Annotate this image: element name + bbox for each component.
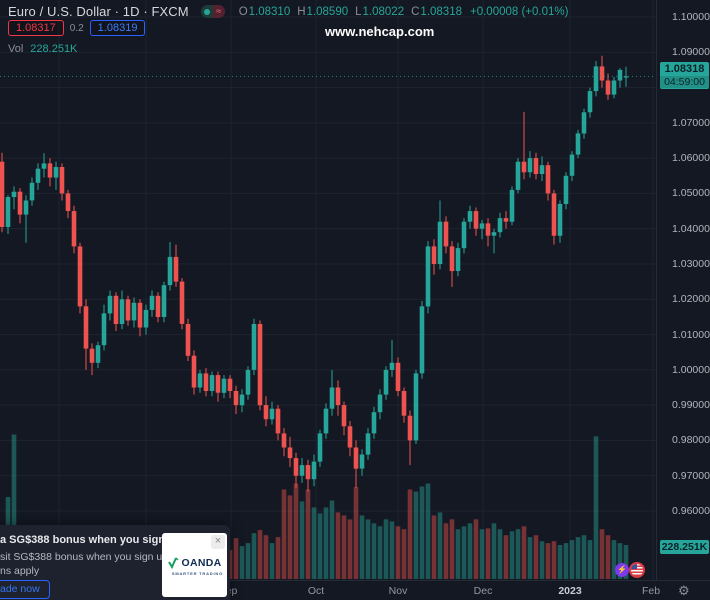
price-tick-label: 1.01000 — [672, 329, 710, 341]
ohlc-readout: O1.08310 H1.08590 L1.08022 C1.08318 +0.0… — [239, 6, 569, 18]
vol-label: Vol — [8, 43, 23, 55]
low-value: 1.08022 — [363, 6, 405, 18]
price-tick-label: 0.98000 — [672, 434, 710, 446]
price-tick-label: 0.97000 — [672, 470, 710, 482]
candlestick-chart — [0, 0, 656, 580]
high-value: 1.08590 — [307, 6, 349, 18]
price-axis[interactable]: 1.08318 04:59:00 228.251K 1.10000 1.09000… — [656, 0, 710, 580]
spread-value: 0.2 — [70, 23, 84, 34]
price-tick-label: 0.99000 — [672, 399, 710, 411]
market-status-icon: ≈ — [213, 5, 225, 18]
last-price-value: 1.08318 — [660, 63, 709, 76]
close-value: 1.08318 — [420, 6, 462, 18]
oanda-logo-box[interactable]: × OANDA SMARTER TRADING — [162, 533, 227, 597]
idea-lightning-icon[interactable]: ⚡ — [615, 563, 629, 577]
close-label: C — [411, 6, 419, 18]
low-label: L — [355, 6, 361, 18]
watermark-text: www.nehcap.com — [325, 24, 434, 39]
ad-terms: ns apply — [0, 565, 39, 577]
time-tick-label: Feb — [629, 585, 673, 597]
price-tick-label: 1.02000 — [672, 293, 710, 305]
price-tick-label: 0.96000 — [672, 505, 710, 517]
change-value: +0.00008 (+0.01%) — [470, 6, 568, 18]
open-label: O — [239, 6, 248, 18]
ad-title: a SG$388 bonus when you sign up. — [0, 534, 185, 546]
price-tick-label: 1.06000 — [672, 152, 710, 164]
price-tick-label: 1.04000 — [672, 223, 710, 235]
symbol-title[interactable]: Euro / U.S. Dollar · 1D · FXCM — [8, 4, 189, 19]
oanda-brand-name: OANDA — [182, 557, 222, 569]
oanda-logo-check-icon — [168, 557, 180, 569]
sell-bid-button[interactable]: 1.08317 — [8, 20, 64, 36]
price-tick-label: 1.09000 — [672, 46, 710, 58]
high-label: H — [297, 6, 305, 18]
bid-ask-row: 1.08317 0.2 1.08319 — [8, 20, 145, 36]
time-tick-label: Dec — [461, 585, 505, 597]
ad-trade-now-button[interactable]: ade now — [0, 580, 50, 599]
market-status-toggle[interactable]: ≈ — [201, 5, 225, 18]
chart-settings-gear-icon[interactable]: ⚙ — [678, 583, 690, 599]
price-tick-label: 1.10000 — [672, 11, 710, 23]
price-chart-canvas[interactable] — [0, 0, 656, 580]
last-volume-badge: 228.251K — [660, 540, 709, 554]
time-tick-label: Nov — [376, 585, 420, 597]
bar-countdown: 04:59:00 — [660, 76, 709, 88]
price-tick-label: 1.07000 — [672, 117, 710, 129]
time-tick-label: 2023 — [548, 585, 592, 597]
buy-ask-button[interactable]: 1.08319 — [90, 20, 146, 36]
price-tick-label: 1.03000 — [672, 258, 710, 270]
price-tick-label: 1.05000 — [672, 187, 710, 199]
ad-close-icon[interactable]: × — [211, 535, 225, 549]
time-tick-label: Oct — [294, 585, 338, 597]
oanda-tagline: SMARTER TRADING — [162, 571, 223, 576]
vol-value: 228.251K — [30, 43, 77, 55]
ad-subtitle: sit SG$388 bonus when you sign up. — [0, 551, 171, 563]
open-value: 1.08310 — [249, 6, 291, 18]
tradingview-chart-window: Euro / U.S. Dollar · 1D · FXCM ≈ O1.0831… — [0, 0, 710, 600]
chart-header: Euro / U.S. Dollar · 1D · FXCM ≈ O1.0831… — [8, 4, 568, 19]
us-flag-economic-event-icon[interactable] — [629, 562, 645, 578]
ad-popup: a SG$388 bonus when you sign up. sit SG$… — [0, 525, 230, 600]
volume-readout: Vol 228.251K — [8, 43, 77, 55]
price-tick-label: 1.00000 — [672, 364, 710, 376]
market-open-dot-icon — [201, 5, 213, 18]
last-price-badge: 1.08318 04:59:00 — [660, 62, 709, 89]
